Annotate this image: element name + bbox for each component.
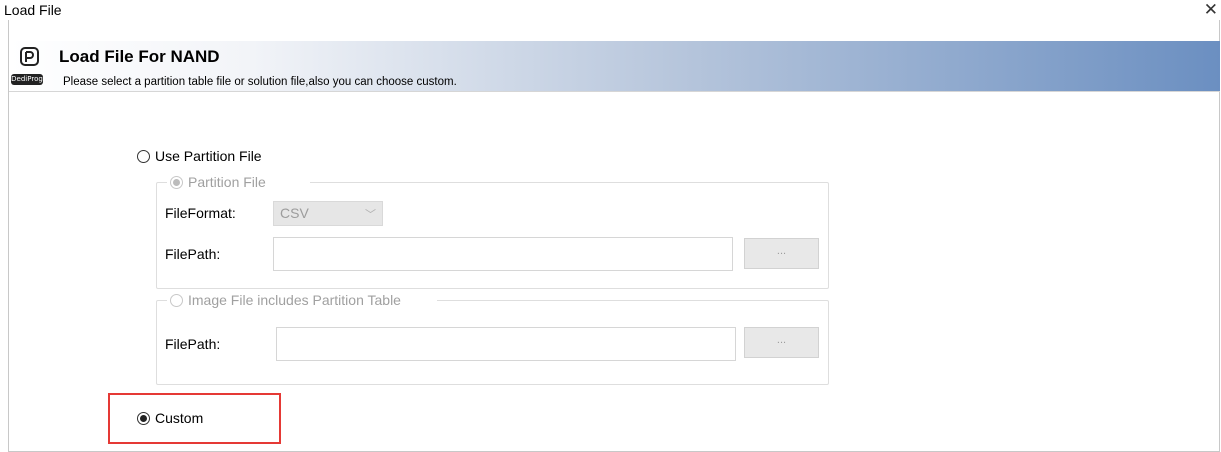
close-icon[interactable]: ✕ <box>1204 0 1218 20</box>
file-format-dropdown[interactable]: CSV ﹀ <box>273 201 383 226</box>
partition-file-label: Partition File <box>188 174 266 190</box>
use-partition-file-radio-indicator[interactable] <box>137 149 150 163</box>
image-file-label: Image File includes Partition Table <box>188 292 401 308</box>
image-filepath-label: FilePath: <box>165 336 221 352</box>
chevron-down-icon: ﹀ <box>365 209 376 221</box>
partition-file-group <box>156 182 829 289</box>
use-partition-file-radio[interactable]: Use Partition File <box>137 148 262 164</box>
image-file-radio[interactable]: Image File includes Partition Table <box>170 292 401 308</box>
window-title: Load File <box>4 2 62 18</box>
use-partition-file-label: Use Partition File <box>155 148 262 164</box>
page-subtitle: Please select a partition table file or … <box>63 76 457 88</box>
partition-file-radio[interactable]: Partition File <box>170 174 266 190</box>
partition-filepath-input[interactable] <box>273 237 733 271</box>
dediprog-logo-icon <box>20 47 39 66</box>
title-bar: Load File ✕ <box>0 0 1221 20</box>
image-browse-button[interactable]: ... <box>744 327 819 358</box>
file-format-value: CSV <box>280 205 309 221</box>
image-file-radio-indicator[interactable] <box>170 293 183 307</box>
file-format-label: FileFormat: <box>165 205 236 221</box>
page-title: Load File For NAND <box>59 47 220 66</box>
image-filepath-input[interactable] <box>276 327 736 361</box>
partition-browse-button[interactable]: ... <box>744 238 819 269</box>
partition-filepath-label: FilePath: <box>165 246 221 262</box>
header-banner: DediProg Load File For NAND Please selec… <box>9 41 1220 92</box>
partition-file-radio-indicator[interactable] <box>170 175 183 189</box>
custom-highlight-box <box>108 393 281 444</box>
logo-badge: DediProg <box>11 74 43 85</box>
